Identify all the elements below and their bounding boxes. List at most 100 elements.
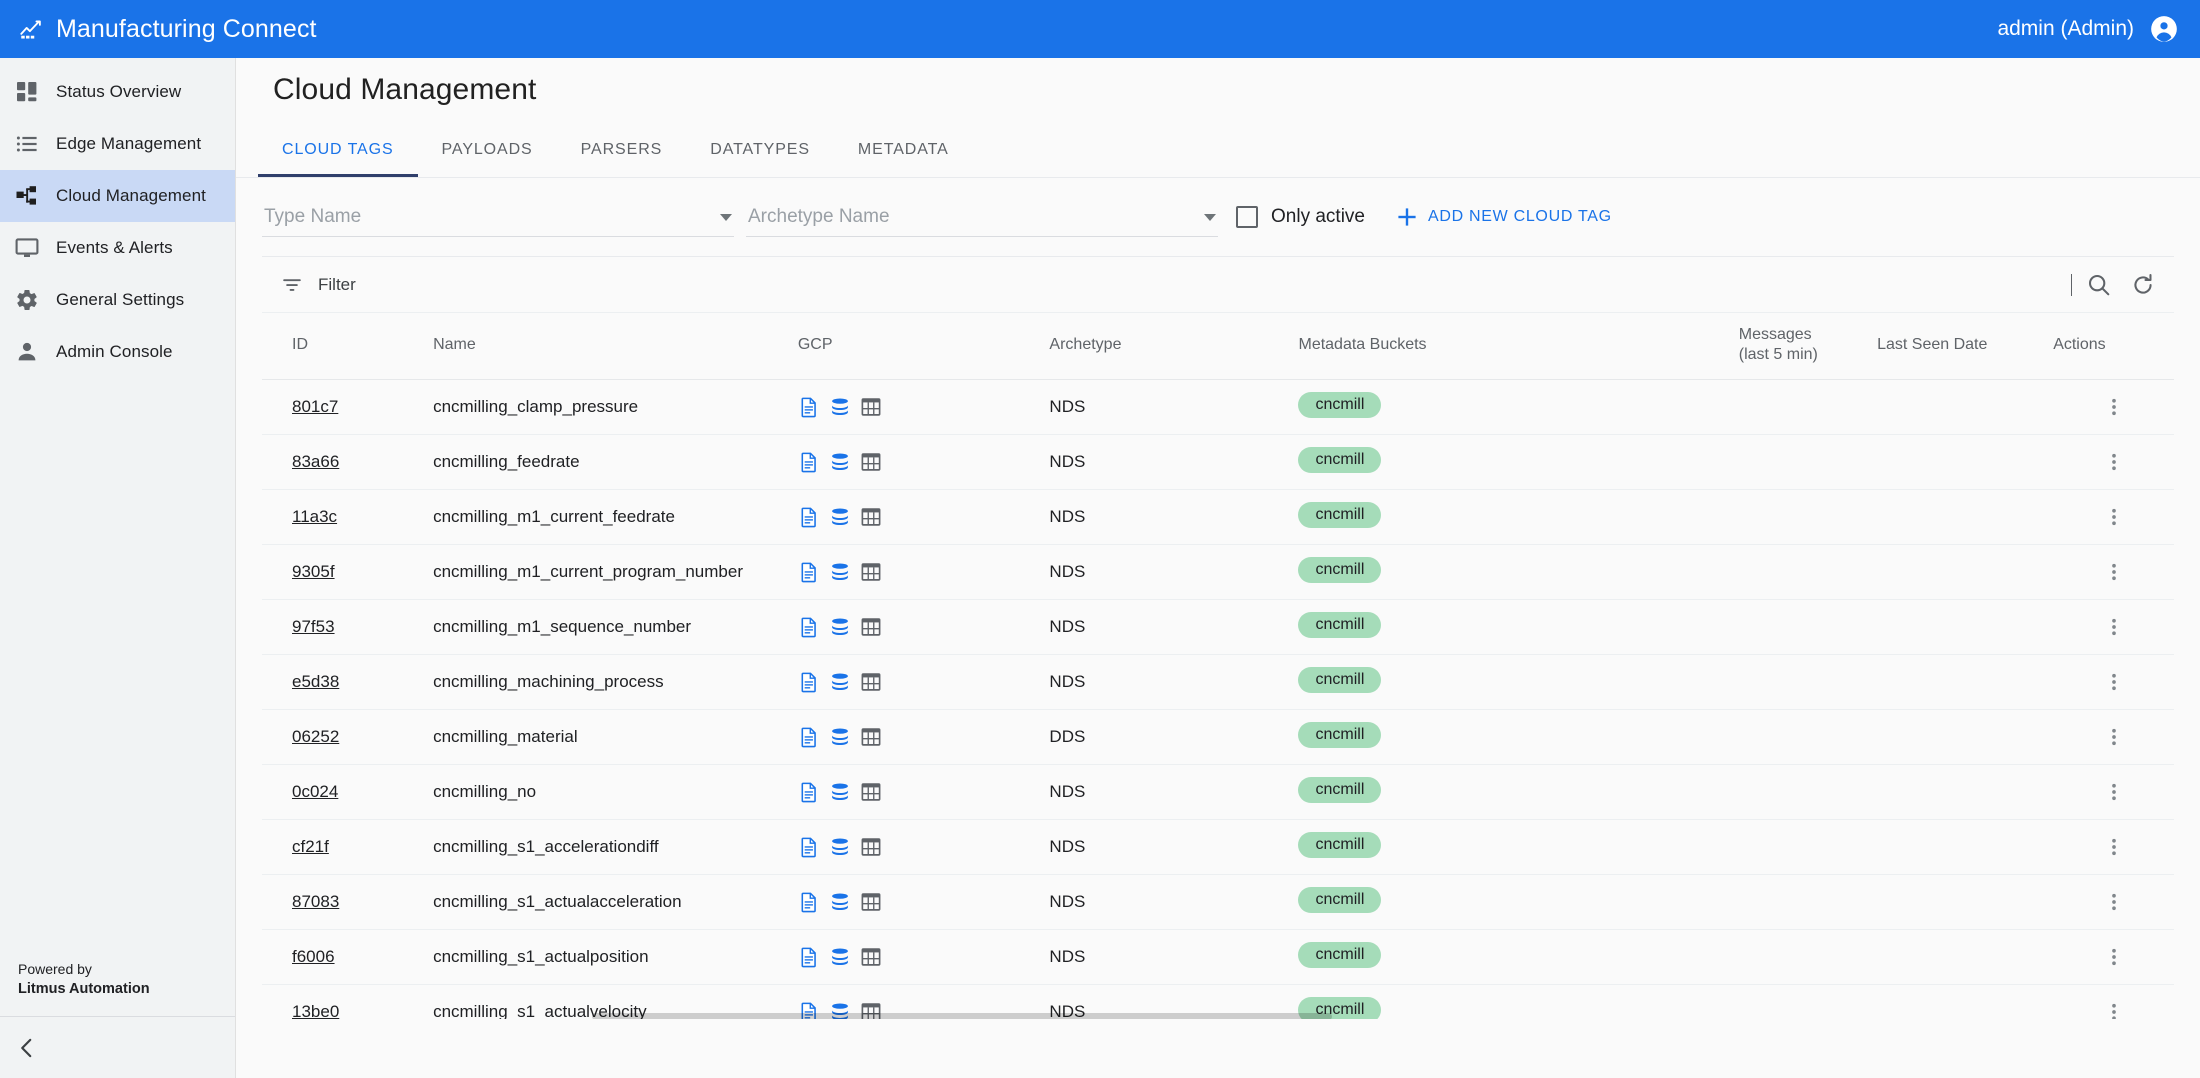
column-header-name[interactable]: Name (433, 313, 798, 380)
status-badge[interactable]: cncmill (1298, 777, 1381, 803)
status-badge[interactable]: cncmill (1298, 392, 1381, 418)
status-badge[interactable]: cncmill (1298, 887, 1381, 913)
status-badge[interactable]: cncmill (1298, 447, 1381, 473)
table-grid-icon[interactable] (860, 561, 882, 583)
horizontal-scrollbar-thumb[interactable] (592, 1013, 1332, 1019)
more-vert-icon[interactable] (2103, 561, 2125, 583)
more-vert-icon[interactable] (2103, 726, 2125, 748)
table-grid-icon[interactable] (860, 671, 882, 693)
more-vert-icon[interactable] (2103, 1001, 2125, 1019)
tag-id-link[interactable]: 97f53 (292, 617, 335, 636)
tag-id-link[interactable]: e5d38 (292, 672, 339, 691)
column-header-last-seen-date[interactable]: Last Seen Date (1877, 313, 2053, 380)
document-icon[interactable] (798, 451, 820, 473)
database-icon[interactable] (829, 891, 851, 913)
column-header-messages[interactable]: Messages (last 5 min) (1739, 313, 1877, 380)
more-vert-icon[interactable] (2103, 451, 2125, 473)
table-scroll-region[interactable]: ID Name GCP Archetype Metadata Buckets M… (262, 313, 2174, 1019)
sidebar-item-status-overview[interactable]: Status Overview (0, 66, 235, 118)
tag-id-link[interactable]: 0c024 (292, 782, 338, 801)
document-icon[interactable] (798, 836, 820, 858)
tab-datatypes[interactable]: DATATYPES (686, 122, 834, 177)
document-icon[interactable] (798, 561, 820, 583)
sidebar-collapse-button[interactable] (0, 1016, 235, 1078)
document-icon[interactable] (798, 396, 820, 418)
document-icon[interactable] (798, 616, 820, 638)
status-badge[interactable]: cncmill (1298, 612, 1381, 638)
tag-id-link[interactable]: 83a66 (292, 452, 339, 471)
more-vert-icon[interactable] (2103, 781, 2125, 803)
database-icon[interactable] (829, 726, 851, 748)
database-icon[interactable] (829, 506, 851, 528)
status-badge[interactable]: cncmill (1298, 832, 1381, 858)
table-row[interactable]: 9305f cncmilling_m1_current_program_numb… (262, 545, 2174, 600)
table-grid-icon[interactable] (860, 836, 882, 858)
tag-id-link[interactable]: 9305f (292, 562, 335, 581)
document-icon[interactable] (798, 671, 820, 693)
table-row[interactable]: 06252 cncmilling_material DDS cncmill (262, 710, 2174, 765)
tag-id-link[interactable]: f6006 (292, 947, 335, 966)
database-icon[interactable] (829, 396, 851, 418)
table-row[interactable]: 83a66 cncmilling_feedrate NDS cncmill (262, 435, 2174, 490)
table-grid-icon[interactable] (860, 891, 882, 913)
tag-id-link[interactable]: 11a3c (292, 507, 337, 526)
document-icon[interactable] (798, 781, 820, 803)
database-icon[interactable] (829, 946, 851, 968)
column-header-metadata-buckets[interactable]: Metadata Buckets (1298, 313, 1738, 380)
account-circle-icon[interactable] (2150, 15, 2178, 43)
column-header-gcp[interactable]: GCP (798, 313, 1050, 380)
table-grid-icon[interactable] (860, 506, 882, 528)
refresh-icon[interactable] (2130, 272, 2156, 298)
document-icon[interactable] (798, 506, 820, 528)
status-badge[interactable]: cncmill (1298, 667, 1381, 693)
table-row[interactable]: cf21f cncmilling_s1_accelerationdiff NDS… (262, 820, 2174, 875)
table-grid-icon[interactable] (860, 781, 882, 803)
archetype-name-select[interactable]: Archetype Name (746, 197, 1218, 237)
database-icon[interactable] (829, 616, 851, 638)
tab-metadata[interactable]: METADATA (834, 122, 973, 177)
sidebar-item-edge-management[interactable]: Edge Management (0, 118, 235, 170)
tag-id-link[interactable]: cf21f (292, 837, 329, 856)
document-icon[interactable] (798, 726, 820, 748)
more-vert-icon[interactable] (2103, 946, 2125, 968)
database-icon[interactable] (829, 451, 851, 473)
column-header-archetype[interactable]: Archetype (1049, 313, 1298, 380)
table-row[interactable]: e5d38 cncmilling_machining_process NDS c… (262, 655, 2174, 710)
database-icon[interactable] (829, 781, 851, 803)
more-vert-icon[interactable] (2103, 836, 2125, 858)
table-grid-icon[interactable] (860, 396, 882, 418)
more-vert-icon[interactable] (2103, 396, 2125, 418)
status-badge[interactable]: cncmill (1298, 557, 1381, 583)
search-icon[interactable] (2086, 272, 2112, 298)
more-vert-icon[interactable] (2103, 671, 2125, 693)
add-new-cloud-tag-button[interactable]: ADD NEW CLOUD TAG (1395, 205, 1612, 229)
only-active-checkbox[interactable]: Only active (1236, 206, 1365, 228)
document-icon[interactable] (798, 946, 820, 968)
column-header-id[interactable]: ID (262, 313, 433, 380)
database-icon[interactable] (829, 561, 851, 583)
tag-id-link[interactable]: 801c7 (292, 397, 338, 416)
table-row[interactable]: 97f53 cncmilling_m1_sequence_number NDS … (262, 600, 2174, 655)
sidebar-item-admin-console[interactable]: Admin Console (0, 326, 235, 378)
sidebar-item-cloud-management[interactable]: Cloud Management (0, 170, 235, 222)
database-icon[interactable] (829, 836, 851, 858)
filter-button[interactable]: Filter (280, 273, 356, 297)
sidebar-item-events-alerts[interactable]: Events & Alerts (0, 222, 235, 274)
more-vert-icon[interactable] (2103, 891, 2125, 913)
type-name-select[interactable]: Type Name (262, 197, 734, 237)
tab-parsers[interactable]: PARSERS (557, 122, 687, 177)
table-grid-icon[interactable] (860, 946, 882, 968)
table-row[interactable]: 87083 cncmilling_s1_actualacceleration N… (262, 875, 2174, 930)
table-row[interactable]: f6006 cncmilling_s1_actualposition NDS c… (262, 930, 2174, 985)
tag-id-link[interactable]: 13be0 (292, 1002, 339, 1019)
tag-id-link[interactable]: 87083 (292, 892, 339, 911)
table-grid-icon[interactable] (860, 616, 882, 638)
more-vert-icon[interactable] (2103, 506, 2125, 528)
status-badge[interactable]: cncmill (1298, 942, 1381, 968)
document-icon[interactable] (798, 891, 820, 913)
more-vert-icon[interactable] (2103, 616, 2125, 638)
database-icon[interactable] (829, 671, 851, 693)
tab-cloud-tags[interactable]: CLOUD TAGS (258, 122, 418, 177)
tab-payloads[interactable]: PAYLOADS (418, 122, 557, 177)
table-grid-icon[interactable] (860, 451, 882, 473)
